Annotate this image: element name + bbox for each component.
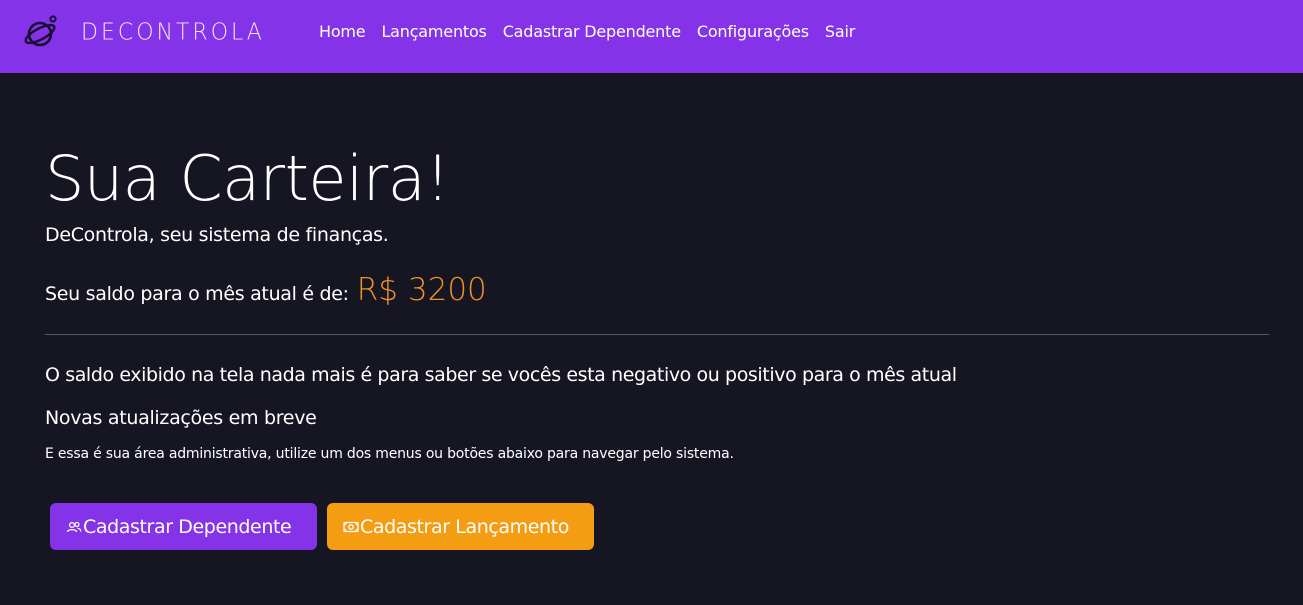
add-entry-button[interactable]: Cadastrar Lançamento	[327, 503, 594, 550]
people-icon	[66, 521, 82, 532]
nav-lancamentos[interactable]: Lançamentos	[381, 22, 486, 41]
add-dependent-label: Cadastrar Dependente	[83, 515, 292, 538]
main-content: Sua Carteira! DeControla, seu sistema de…	[45, 140, 1269, 462]
top-navbar: DECONTROLA Home Lançamentos Cadastrar De…	[0, 0, 1303, 73]
balance-row: Seu saldo para o mês atual é de: R$ 3200	[45, 272, 1269, 308]
nav-configuracoes[interactable]: Configurações	[697, 22, 809, 41]
page-title: Sua Carteira!	[45, 142, 450, 215]
info-text-updates: Novas atualizações em breve	[45, 407, 317, 429]
nav-sair[interactable]: Sair	[825, 22, 855, 41]
info-text-balance: O saldo exibido na tela nada mais é para…	[45, 364, 957, 386]
brand-name: DECONTROLA	[81, 18, 265, 46]
add-entry-label: Cadastrar Lançamento	[360, 515, 569, 538]
balance-label: Seu saldo para o mês atual é de:	[45, 283, 349, 305]
nav-home[interactable]: Home	[319, 22, 366, 41]
action-buttons: Cadastrar Dependente Cadastrar Lançament…	[50, 503, 594, 550]
balance-value: R$ 3200	[356, 272, 487, 308]
brand[interactable]: DECONTROLA	[23, 13, 265, 51]
page-subtitle: DeControla, seu sistema de finanças.	[45, 224, 389, 246]
info-text-admin: E essa é sua área administrativa, utiliz…	[45, 446, 734, 462]
main-nav: Home Lançamentos Cadastrar Dependente Co…	[319, 22, 871, 41]
nav-cadastrar-dependente[interactable]: Cadastrar Dependente	[503, 22, 681, 41]
divider	[45, 334, 1269, 335]
planet-icon	[24, 15, 57, 47]
cash-icon	[343, 521, 359, 532]
add-dependent-button[interactable]: Cadastrar Dependente	[50, 503, 317, 550]
